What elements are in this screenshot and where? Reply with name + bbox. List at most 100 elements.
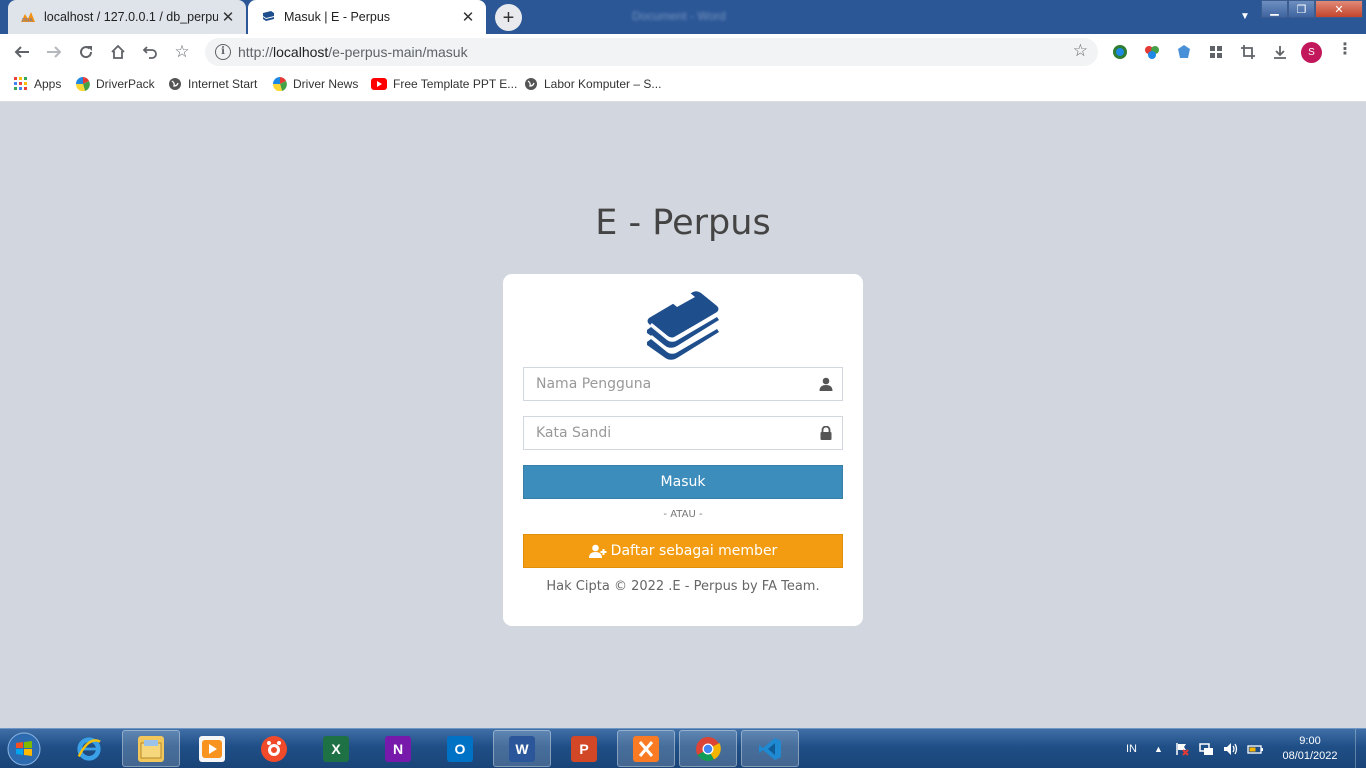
xampp-icon [633, 735, 659, 762]
site-info-icon[interactable]: i [215, 44, 231, 60]
browser-toolbar: ☆ i http://localhost/e-perpus-main/masuk… [0, 34, 1366, 70]
extensions-puzzle-icon[interactable] [1206, 42, 1226, 62]
or-divider: - ATAU - [663, 509, 703, 520]
book-logo-icon [647, 291, 719, 360]
language-indicator[interactable]: IN [1126, 729, 1137, 768]
bookmark-label: Free Template PPT E... [393, 77, 518, 91]
system-clock[interactable]: 9:00 08/01/2022 [1272, 734, 1348, 764]
bookmark-apps[interactable]: Apps [14, 77, 61, 91]
bookmark-driverpack[interactable]: DriverPack [76, 77, 155, 91]
close-tab-icon[interactable]: ✕ [218, 7, 238, 27]
lock-icon [820, 426, 832, 440]
browser-tab-strip: PMA localhost / 127.0.0.1 / db_perpust ✕… [0, 0, 1366, 34]
username-input[interactable] [524, 368, 818, 400]
user-plus-icon [588, 544, 607, 558]
file-explorer-icon [138, 735, 164, 762]
bookmark-page-icon[interactable]: ☆ [1073, 41, 1088, 61]
bookmark-internet-start[interactable]: Internet Start [168, 77, 257, 91]
show-desktop-button[interactable] [1355, 729, 1366, 768]
bookmark-star-icon[interactable]: ☆ [170, 40, 194, 64]
bookmark-free-template[interactable]: Free Template PPT E... [371, 77, 517, 91]
extension-blue-icon[interactable] [1174, 42, 1194, 62]
register-member-button[interactable]: Daftar sebagai member [523, 534, 843, 568]
taskbar-excel[interactable]: X [307, 730, 365, 767]
profile-avatar[interactable]: S [1301, 42, 1322, 63]
extension-globe-icon[interactable] [1110, 42, 1130, 62]
driverpack-icon [273, 77, 287, 91]
address-bar[interactable]: i http://localhost/e-perpus-main/masuk ☆ [205, 38, 1098, 66]
taskbar-media-player[interactable] [183, 730, 241, 767]
bookmark-label: DriverPack [96, 77, 155, 91]
download-icon[interactable] [1270, 42, 1290, 62]
taskbar-internet-explorer[interactable] [60, 730, 118, 767]
taskbar-xampp[interactable] [617, 730, 675, 767]
clock-time: 9:00 [1299, 735, 1321, 747]
word-icon: W [509, 735, 535, 762]
home-icon[interactable] [106, 40, 130, 64]
register-label: Daftar sebagai member [610, 543, 778, 559]
screen-recorder-icon [261, 735, 287, 762]
taskbar-word[interactable]: W [493, 730, 551, 767]
battery-icon[interactable] [1247, 729, 1265, 768]
powerpoint-icon: P [571, 735, 597, 762]
driverpack-icon [76, 77, 90, 91]
chrome-icon [695, 736, 721, 762]
url-text[interactable]: http://localhost/e-perpus-main/masuk [238, 44, 468, 60]
bookmark-label: Apps [34, 77, 62, 91]
password-input[interactable] [524, 417, 818, 449]
svg-text:PMA: PMA [22, 18, 33, 23]
globe-icon [524, 77, 538, 91]
taskbar-chrome[interactable] [679, 730, 737, 767]
tab-title: Masuk | E - Perpus [284, 10, 391, 24]
page-title: E - Perpus [595, 203, 771, 243]
phpmyadmin-icon: PMA [20, 9, 36, 25]
user-icon [819, 377, 833, 391]
bookmark-driver-news[interactable]: Driver News [273, 77, 358, 91]
menu-dots-icon[interactable]: ⋮ [1337, 42, 1353, 58]
outlook-icon: O [447, 735, 473, 762]
volume-icon[interactable] [1223, 729, 1239, 768]
undo-icon[interactable] [138, 40, 162, 64]
taskbar-file-explorer[interactable] [122, 730, 180, 767]
tab-phpmyadmin[interactable]: PMA localhost / 127.0.0.1 / db_perpust ✕ [8, 0, 246, 34]
crop-icon[interactable] [1238, 42, 1258, 62]
network-icon[interactable] [1199, 729, 1215, 768]
excel-icon: X [323, 735, 349, 762]
taskbar-vscode[interactable] [741, 730, 799, 767]
extension-color-icon[interactable] [1142, 42, 1162, 62]
password-field[interactable] [523, 416, 843, 450]
show-hidden-icons-icon[interactable]: ▲ [1154, 729, 1163, 768]
username-field[interactable] [523, 367, 843, 401]
action-center-flag-icon[interactable] [1175, 729, 1189, 768]
login-button[interactable]: Masuk [523, 465, 843, 499]
taskbar-outlook[interactable]: O [431, 730, 489, 767]
minimize-button[interactable]: ▁ [1261, 0, 1288, 18]
bookmark-label: Labor Komputer – S... [544, 77, 662, 91]
bookmark-label: Internet Start [188, 77, 258, 91]
onenote-icon: N [385, 735, 411, 762]
media-player-icon [199, 735, 225, 762]
start-button[interactable] [4, 730, 44, 768]
book-icon [260, 9, 276, 25]
bookmark-labor-komputer[interactable]: Labor Komputer – S... [524, 77, 661, 91]
clock-date: 08/01/2022 [1282, 750, 1338, 762]
forward-icon[interactable] [42, 40, 66, 64]
bookmarks-bar: Apps DriverPack Internet Start Driver Ne… [0, 70, 1366, 102]
close-window-button[interactable]: ✕ [1315, 0, 1363, 18]
globe-icon [168, 77, 182, 91]
apps-grid-icon [14, 77, 28, 91]
maximize-button[interactable]: ❐ [1288, 0, 1315, 18]
back-icon[interactable] [10, 40, 34, 64]
new-tab-button[interactable]: + [495, 4, 522, 31]
youtube-icon [371, 77, 387, 91]
login-card: Masuk - ATAU - Daftar sebagai member Hak… [503, 274, 863, 626]
taskbar-onenote[interactable]: N [369, 730, 427, 767]
taskbar-powerpoint[interactable]: P [555, 730, 613, 767]
tab-masuk[interactable]: Masuk | E - Perpus ✕ [248, 0, 486, 34]
reload-icon[interactable] [74, 40, 98, 64]
taskbar-screen-recorder[interactable] [245, 730, 303, 767]
close-tab-icon[interactable]: ✕ [458, 7, 478, 27]
tab-search-dropdown-icon[interactable]: ▼ [1240, 11, 1250, 22]
bookmark-label: Driver News [293, 77, 359, 91]
vscode-icon [757, 736, 783, 762]
